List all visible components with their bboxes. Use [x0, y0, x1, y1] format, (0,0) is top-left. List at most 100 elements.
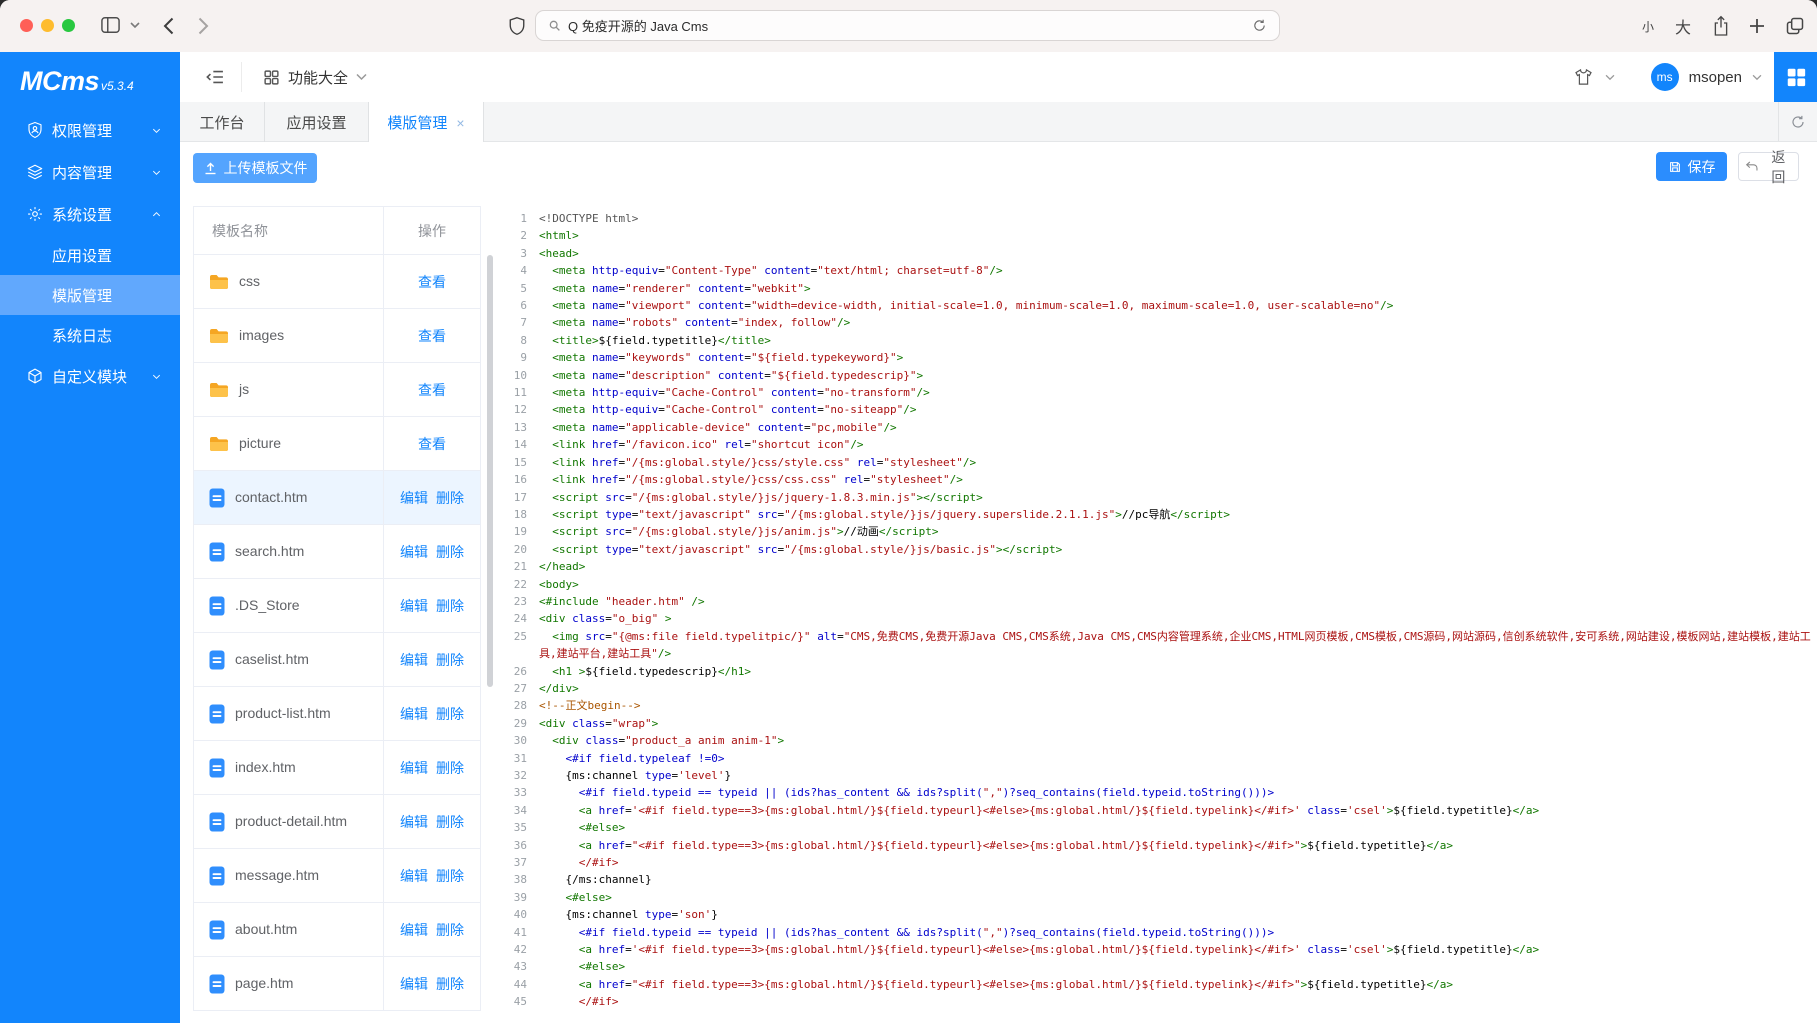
- delete-link[interactable]: 删除: [436, 704, 464, 724]
- reload-icon[interactable]: [1252, 18, 1267, 33]
- tab-3[interactable]: 模版管理×: [369, 102, 484, 143]
- code-editor[interactable]: 1<!DOCTYPE html>2<html>3<head>4 <meta ht…: [498, 206, 1815, 1023]
- actions-cell: 查看: [383, 363, 480, 416]
- code-text: {ms:channel type='level'}: [539, 767, 1815, 784]
- table-row[interactable]: page.htm编辑删除: [194, 956, 480, 1010]
- table-row[interactable]: js查看: [194, 362, 480, 416]
- zoom-out-text-button[interactable]: 小: [1642, 0, 1654, 52]
- table-row[interactable]: product-detail.htm 编辑删除: [194, 794, 480, 848]
- sidebar-item-6[interactable]: 系统日志: [0, 315, 180, 355]
- tab-1[interactable]: 工作台: [180, 102, 265, 142]
- view-link[interactable]: 查看: [418, 272, 446, 292]
- folder-icon: [209, 382, 229, 398]
- tab-overview-icon[interactable]: [1785, 16, 1805, 36]
- all-functions-menu[interactable]: 功能大全: [263, 52, 367, 102]
- code-line: 19 <script src="/{ms:global.style/}js/an…: [498, 523, 1815, 540]
- table-row[interactable]: css查看: [194, 254, 480, 308]
- sidebar-item-3[interactable]: 系统设置: [0, 193, 180, 235]
- sidebar-item-2[interactable]: 内容管理: [0, 151, 180, 193]
- file-name-cell: product-detail.htm: [194, 795, 383, 848]
- edit-link[interactable]: 编辑: [400, 758, 428, 778]
- edit-link[interactable]: 编辑: [400, 650, 428, 670]
- magnifier-icon: [548, 19, 561, 32]
- close-tab-icon[interactable]: ×: [456, 115, 464, 131]
- refresh-tab-icon[interactable]: [1778, 102, 1817, 141]
- app-grid-button[interactable]: [1774, 52, 1817, 102]
- code-text: <a href='<#if field.type==3>{ms:global.h…: [539, 941, 1815, 958]
- share-icon[interactable]: [1712, 15, 1730, 37]
- code-line: 32 {ms:channel type='level'}: [498, 767, 1815, 784]
- edit-link[interactable]: 编辑: [400, 704, 428, 724]
- sidebar-item-5[interactable]: 模版管理: [0, 275, 180, 315]
- code-line: 42 <a href='<#if field.type==3>{ms:globa…: [498, 941, 1815, 958]
- code-text: <a href="<#if field.type==3>{ms:global.h…: [539, 976, 1815, 993]
- grid-icon: [263, 69, 280, 86]
- view-link[interactable]: 查看: [418, 326, 446, 346]
- edit-link[interactable]: 编辑: [400, 596, 428, 616]
- edit-link[interactable]: 编辑: [400, 812, 428, 832]
- delete-link[interactable]: 删除: [436, 920, 464, 940]
- line-number: 33: [498, 784, 539, 801]
- code-line: 8 <title>${field.typetitle}</title>: [498, 332, 1815, 349]
- delete-link[interactable]: 删除: [436, 758, 464, 778]
- edit-link[interactable]: 编辑: [400, 974, 428, 994]
- privacy-shield-icon[interactable]: [508, 15, 526, 37]
- table-row[interactable]: .DS_Store编辑删除: [194, 578, 480, 632]
- edit-link[interactable]: 编辑: [400, 866, 428, 886]
- user-avatar[interactable]: ms: [1651, 63, 1679, 91]
- back-button[interactable]: 返回: [1738, 152, 1799, 181]
- view-link[interactable]: 查看: [418, 380, 446, 400]
- sidebar-toggle-icon[interactable]: [100, 16, 121, 34]
- file-name: index.htm: [235, 758, 296, 777]
- view-link[interactable]: 查看: [418, 434, 446, 454]
- table-row[interactable]: caselist.htm编辑删除: [194, 632, 480, 686]
- code-text: <meta http-equiv="Cache-Control" content…: [539, 384, 1815, 401]
- table-row[interactable]: images查看: [194, 308, 480, 362]
- table-row[interactable]: picture查看: [194, 416, 480, 470]
- sidebar-collapse-icon[interactable]: [205, 67, 225, 87]
- edit-link[interactable]: 编辑: [400, 488, 428, 508]
- table-row[interactable]: message.htm编辑删除: [194, 848, 480, 902]
- upload-template-button[interactable]: 上传模板文件: [193, 153, 317, 183]
- back-navigation-icon[interactable]: [163, 17, 174, 35]
- theme-shirt-icon[interactable]: [1574, 68, 1593, 86]
- line-number: 2: [498, 227, 539, 244]
- table-row[interactable]: contact.htm编辑删除: [194, 470, 480, 524]
- delete-link[interactable]: 删除: [436, 812, 464, 832]
- actions-cell: 编辑删除: [383, 471, 480, 524]
- table-row[interactable]: index.htm 编辑删除: [194, 740, 480, 794]
- delete-link[interactable]: 删除: [436, 542, 464, 562]
- edit-link[interactable]: 编辑: [400, 920, 428, 940]
- delete-link[interactable]: 删除: [436, 650, 464, 670]
- delete-link[interactable]: 删除: [436, 488, 464, 508]
- forward-navigation-icon[interactable]: [198, 17, 209, 35]
- table-row[interactable]: product-list.htm编辑删除: [194, 686, 480, 740]
- new-tab-icon[interactable]: [1749, 18, 1765, 34]
- address-search-field[interactable]: Q 免疫开源的 Java Cms: [535, 10, 1280, 41]
- maximize-window-button[interactable]: [62, 19, 75, 32]
- edit-link[interactable]: 编辑: [400, 542, 428, 562]
- code-text: <script type="text/javascript" src="/{ms…: [539, 541, 1815, 558]
- file-icon: [209, 596, 225, 616]
- code-line: 43 <#else>: [498, 958, 1815, 975]
- actions-cell: 查看: [383, 309, 480, 362]
- username-label[interactable]: msopen: [1689, 69, 1742, 86]
- table-row[interactable]: about.htm编辑删除: [194, 902, 480, 956]
- table-row[interactable]: search.htm编辑删除: [194, 524, 480, 578]
- tab-2[interactable]: 应用设置: [265, 102, 369, 142]
- delete-link[interactable]: 删除: [436, 596, 464, 616]
- file-icon: [209, 974, 225, 994]
- sidebar-item-4[interactable]: 应用设置: [0, 235, 180, 275]
- save-button[interactable]: 保存: [1656, 152, 1727, 181]
- zoom-in-text-button[interactable]: 大: [1675, 0, 1691, 52]
- file-list-scrollbar[interactable]: [487, 255, 493, 687]
- close-window-button[interactable]: [20, 19, 33, 32]
- delete-link[interactable]: 删除: [436, 866, 464, 886]
- file-name-cell: contact.htm: [194, 471, 383, 524]
- code-line: 25 <img src="{@ms:file field.typelitpic/…: [498, 628, 1815, 663]
- minimize-window-button[interactable]: [41, 19, 54, 32]
- sidebar-item-7[interactable]: 自定义模块: [0, 355, 180, 397]
- sidebar-item-1[interactable]: 权限管理: [0, 109, 180, 151]
- sidebar-chevron-icon[interactable]: [130, 22, 140, 29]
- delete-link[interactable]: 删除: [436, 974, 464, 994]
